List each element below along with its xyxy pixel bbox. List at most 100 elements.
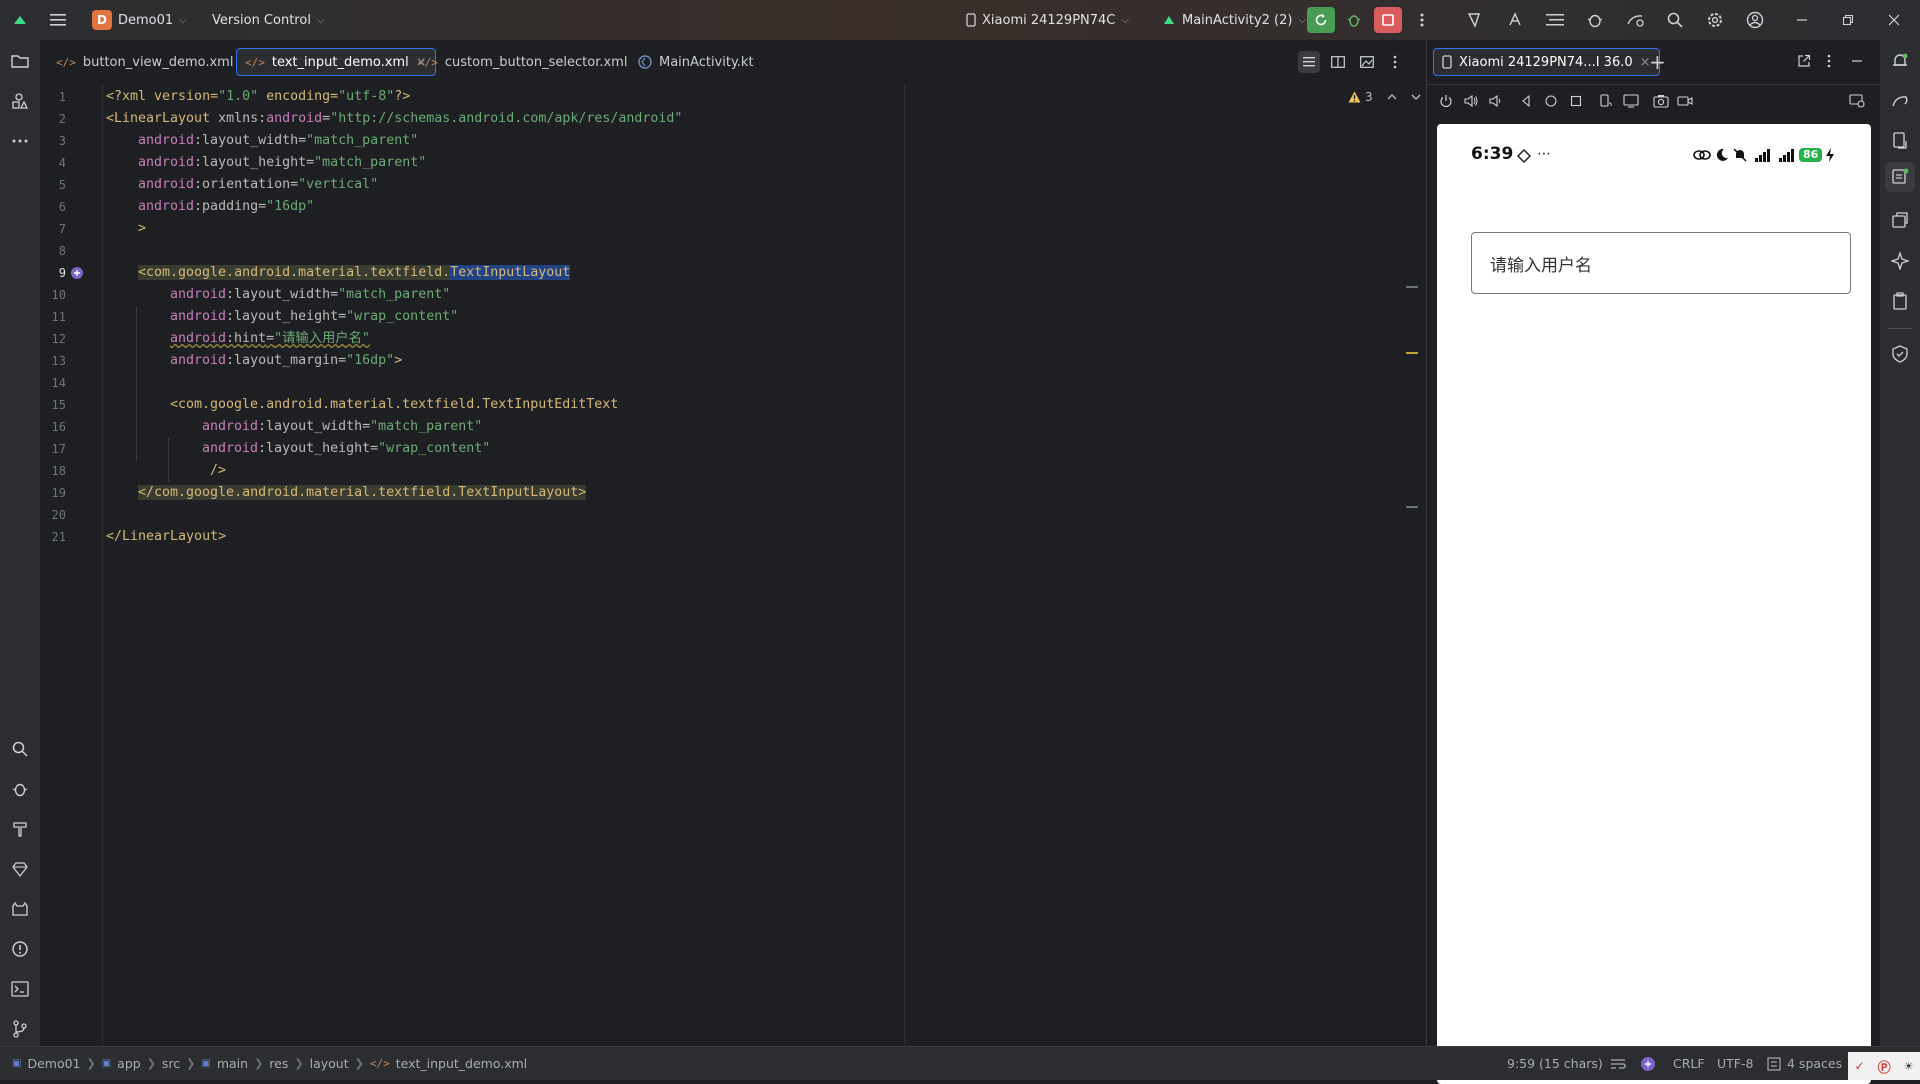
add-device-button[interactable]: + — [1649, 48, 1666, 76]
breadcrumb-item[interactable]: Demo01 — [27, 1056, 80, 1071]
shield-icon[interactable] — [1888, 342, 1912, 366]
fold-icon[interactable] — [1623, 94, 1639, 108]
resource-manager-icon[interactable] — [8, 89, 32, 113]
account-icon[interactable] — [1743, 8, 1767, 32]
chevron-down-icon: ⌵ — [179, 14, 187, 26]
breadcrumb-item[interactable]: text_input_demo.xml — [396, 1056, 528, 1071]
chevron-down-icon: ⌵ — [1298, 14, 1307, 26]
running-devices-icon[interactable] — [1885, 162, 1915, 192]
tab-text-input-demo[interactable]: </> text_input_demo.xml × — [236, 48, 436, 76]
restore-window-icon[interactable] — [1836, 8, 1860, 32]
apply-changes-icon[interactable] — [1463, 8, 1487, 32]
soft-wrap-icon[interactable] — [1610, 1047, 1626, 1080]
scrollbar-marker[interactable] — [1406, 506, 1418, 508]
tray-app-icon[interactable]: Ⓟ — [1878, 1057, 1891, 1076]
gradle-icon[interactable] — [1888, 89, 1912, 113]
power-icon[interactable] — [1439, 94, 1453, 108]
phone-screen[interactable]: 6:39 ⋯ 86 请输入用户名 — [1437, 124, 1871, 1084]
caret-position[interactable]: 9:59 (15 chars) — [1507, 1047, 1603, 1080]
build-hammer-icon[interactable] — [8, 817, 32, 841]
rerun-button[interactable] — [1307, 7, 1335, 33]
line-separator[interactable]: CRLF — [1673, 1047, 1705, 1080]
tray-app-icon[interactable]: ✓ — [1855, 1059, 1865, 1073]
system-tray: ✓ Ⓟ ☀ — [1848, 1052, 1920, 1080]
terminal-icon[interactable] — [8, 977, 32, 1001]
split-view-button[interactable] — [1327, 51, 1349, 73]
notifications-bell-icon[interactable] — [1888, 49, 1912, 73]
gemini-diamond-icon[interactable] — [8, 857, 32, 881]
breadcrumb-item[interactable]: main — [217, 1056, 248, 1071]
device-tab[interactable]: Xiaomi 24129PN74...I 36.0 × — [1433, 48, 1660, 76]
file-encoding[interactable]: UTF-8 — [1717, 1047, 1753, 1080]
scrollbar-warning-marker[interactable] — [1406, 352, 1418, 354]
open-external-icon[interactable] — [1797, 54, 1811, 68]
search-icon[interactable] — [1663, 8, 1687, 32]
gradle-sync-icon[interactable] — [1583, 8, 1607, 32]
settings-gear-icon[interactable] — [1703, 8, 1727, 32]
code-line-2: <LinearLayout xmlns:android="http://sche… — [106, 111, 683, 126]
debug-button[interactable] — [1342, 8, 1366, 32]
gemini-star-icon[interactable] — [1888, 249, 1912, 273]
chevron-up-icon[interactable] — [1387, 93, 1397, 101]
project-selector[interactable]: D Demo01 ⌵ — [92, 0, 187, 40]
structure-icon[interactable] — [1543, 8, 1567, 32]
clipboard-icon[interactable] — [1888, 289, 1912, 313]
code-line-6: android:padding="16dp" — [138, 199, 315, 214]
debug-bug-icon[interactable] — [8, 777, 32, 801]
scrollbar-marker[interactable] — [1406, 286, 1418, 288]
git-branch-icon[interactable] — [8, 1017, 32, 1041]
line-number: 17 — [51, 442, 66, 456]
run-config-selector[interactable]: MainActivity2 (2) ⌵ — [1162, 0, 1306, 40]
tabs-more-icon[interactable] — [1388, 51, 1402, 73]
apply-code-changes-icon[interactable] — [1503, 8, 1527, 32]
tab-button-view-demo[interactable]: </> button_view_demo.xml — [48, 48, 241, 76]
strip-divider — [1888, 328, 1912, 329]
main-menu-icon[interactable] — [46, 8, 70, 32]
rotate-icon[interactable] — [1599, 94, 1613, 108]
device-file-explorer-icon[interactable] — [1888, 129, 1912, 153]
tray-app-icon[interactable]: ☀ — [1904, 1060, 1914, 1073]
screenshot-camera-icon[interactable] — [1653, 94, 1669, 108]
rerun-icon — [1315, 14, 1327, 26]
project-folder-icon[interactable] — [8, 49, 32, 73]
problems-icon[interactable] — [8, 937, 32, 961]
device-mirroring-settings-icon[interactable] — [1849, 94, 1865, 108]
inspection-widget[interactable]: 3 — [1348, 88, 1421, 106]
screen-record-icon[interactable] — [1677, 94, 1693, 108]
code-view-button[interactable] — [1298, 51, 1320, 73]
code-editor[interactable]: <?xml version="1.0" encoding="utf-8"?> <… — [104, 84, 1421, 1046]
hide-panel-icon[interactable] — [1851, 54, 1863, 68]
volume-up-icon[interactable] — [1464, 94, 1478, 108]
component-status-icon[interactable] — [1640, 1047, 1656, 1080]
device-manager-strip-icon[interactable] — [1888, 209, 1912, 233]
line-number: 19 — [51, 486, 66, 500]
minimize-window-icon[interactable] — [1790, 8, 1814, 32]
breadcrumb-item[interactable]: src — [162, 1056, 180, 1071]
volume-down-icon[interactable] — [1489, 94, 1503, 108]
device-manager-icon[interactable] — [1623, 8, 1647, 32]
back-icon[interactable] — [1519, 94, 1533, 108]
indent-setting[interactable]: 4 spaces — [1767, 1047, 1842, 1080]
breadcrumb-item[interactable]: res — [269, 1056, 288, 1071]
more-tool-windows-icon[interactable] — [8, 129, 32, 153]
username-text-input[interactable]: 请输入用户名 — [1471, 232, 1851, 294]
device-panel-more-icon[interactable] — [1827, 54, 1831, 68]
design-view-button[interactable] — [1356, 51, 1378, 73]
device-selector[interactable]: Xiaomi 24129PN74C ⌵ — [966, 0, 1129, 40]
logcat-icon[interactable] — [8, 897, 32, 921]
version-control-menu[interactable]: Version Control ⌵ — [212, 0, 325, 40]
tab-custom-button-selector[interactable]: </> custom_button_selector.xml — [410, 48, 635, 76]
overview-icon[interactable] — [1569, 94, 1583, 108]
chevron-down-icon[interactable] — [1411, 93, 1421, 101]
breadcrumb-item[interactable]: app — [117, 1056, 141, 1071]
find-icon[interactable] — [8, 737, 32, 761]
line-number: 5 — [58, 178, 66, 192]
more-actions-icon[interactable] — [1410, 8, 1434, 32]
breadcrumb-item[interactable]: layout — [310, 1056, 349, 1071]
phone-status-icons: 86 — [1693, 148, 1835, 162]
tab-main-activity[interactable]: MainActivity.kt — [630, 48, 762, 76]
home-icon[interactable] — [1544, 94, 1558, 108]
stop-button[interactable] — [1374, 7, 1402, 33]
component-gutter-icon[interactable] — [70, 266, 84, 280]
close-window-icon[interactable] — [1882, 8, 1906, 32]
